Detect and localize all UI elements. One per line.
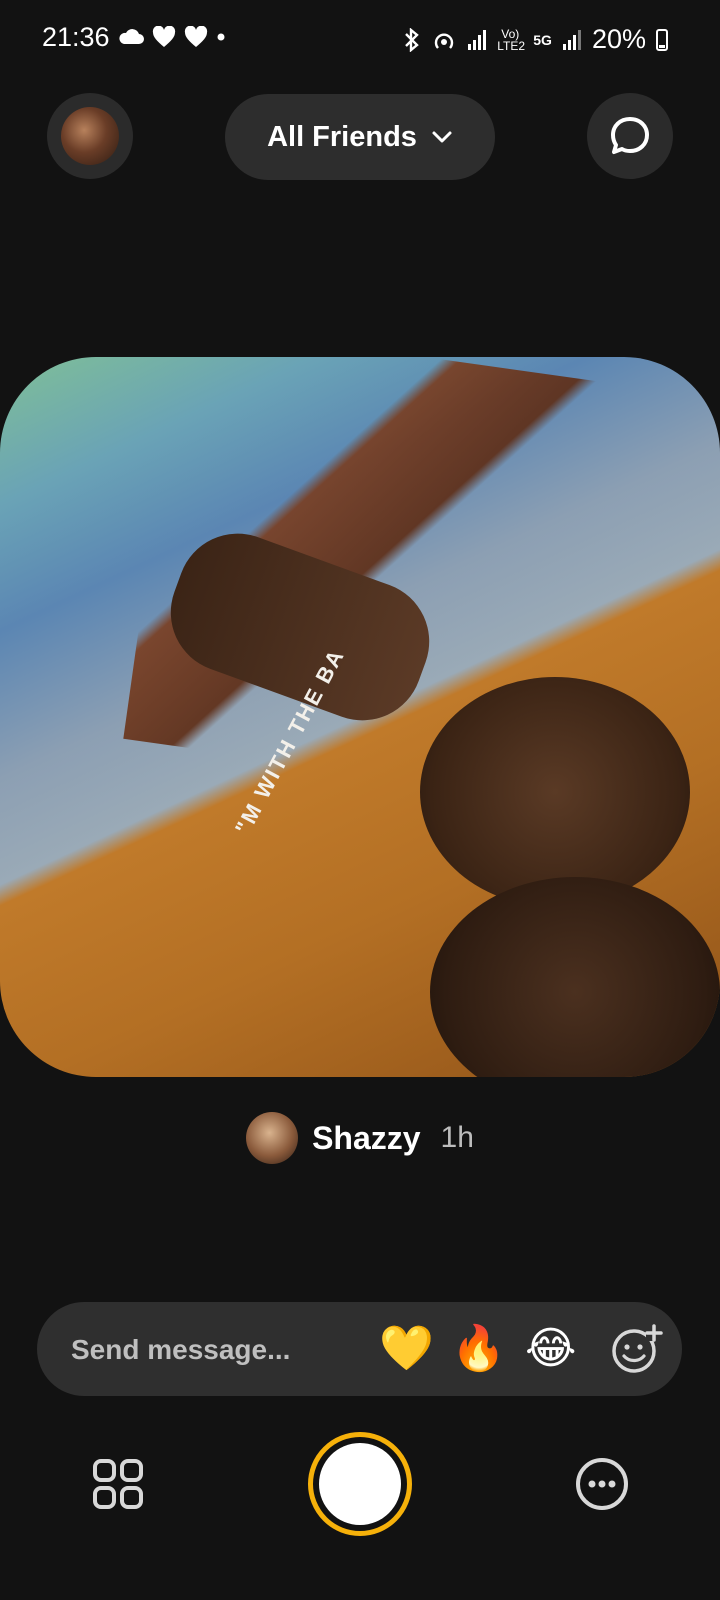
post-author-row: Shazzy 1h: [0, 1112, 720, 1164]
profile-avatar-button[interactable]: [47, 93, 133, 179]
capture-button-inner: [319, 1443, 401, 1525]
status-left-icons: [118, 26, 226, 48]
post-time: 1h: [440, 1121, 474, 1154]
reaction-heart-button[interactable]: 💛: [379, 1324, 434, 1374]
avatar: [61, 107, 119, 165]
more-options-icon[interactable]: [574, 1456, 630, 1512]
dot-icon: [217, 33, 225, 41]
network-type: 5G: [533, 31, 552, 48]
heart-icon: [184, 26, 208, 47]
message-input[interactable]: Send message...: [71, 1334, 290, 1366]
shared-photo[interactable]: "M WITH THE BA: [0, 357, 720, 1077]
reaction-fire-button[interactable]: 🔥: [451, 1324, 506, 1374]
photo-face-top: [420, 677, 690, 907]
add-reaction-icon[interactable]: [609, 1322, 663, 1376]
hotspot-icon: [435, 33, 454, 49]
chat-button[interactable]: [587, 93, 673, 179]
status-right-icons: Vo) LTE2 5G 20%: [403, 24, 668, 55]
author-avatar[interactable]: [246, 1112, 299, 1164]
signal-icon: [562, 29, 581, 50]
chat-bubble-icon: [611, 117, 649, 154]
message-bar: Send message... 💛 🔥 😂: [37, 1302, 682, 1396]
photo-face-bottom: [430, 877, 720, 1077]
volte-indicator: Vo) LTE2: [497, 26, 526, 53]
status-bar: 21:36 Vo) LTE2 5G 20%: [0, 0, 720, 80]
chevron-down-icon: [432, 131, 452, 143]
bluetooth-icon: [405, 27, 420, 52]
friends-filter-label: All Friends: [267, 120, 417, 153]
status-time: 21:36: [42, 22, 110, 52]
reaction-laugh-button[interactable]: 😂: [525, 1324, 576, 1374]
signal-icon: [468, 29, 487, 50]
capture-button[interactable]: [308, 1432, 412, 1536]
battery-icon: [656, 28, 668, 51]
cloud-icon: [119, 29, 144, 44]
author-name[interactable]: Shazzy: [312, 1120, 420, 1157]
friends-filter-dropdown[interactable]: All Friends: [225, 94, 495, 180]
grid-view-icon[interactable]: [92, 1458, 144, 1510]
battery-percent: 20%: [591, 24, 646, 54]
heart-icon: [152, 26, 176, 47]
